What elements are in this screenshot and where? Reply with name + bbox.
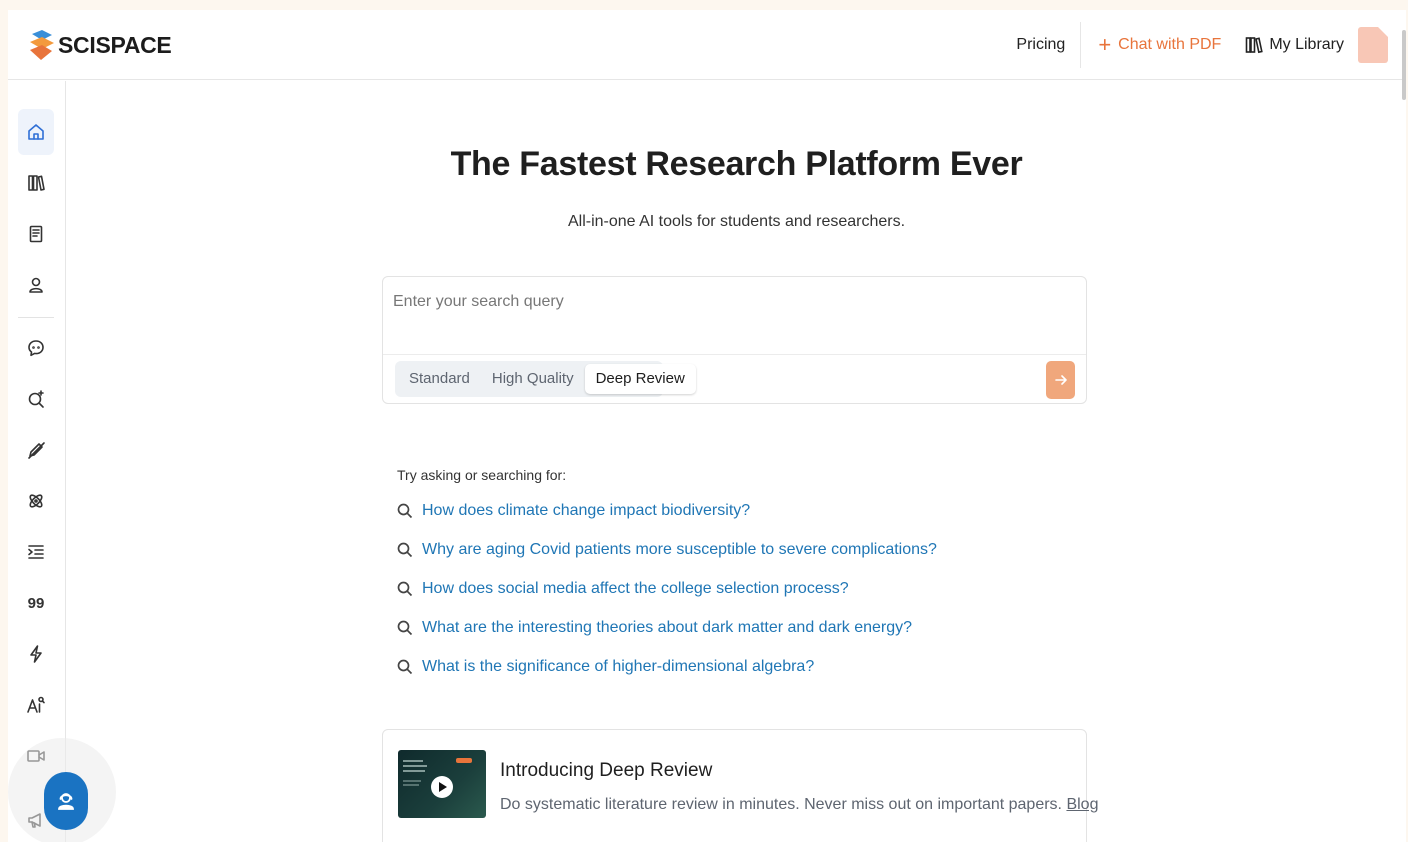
search-mode-toggle: Standard High Quality Deep Review: [395, 361, 696, 397]
sidebar-item-ai-detector[interactable]: [18, 682, 54, 728]
logo-mark-icon: [30, 30, 54, 60]
suggestion-text: What are the interesting theories about …: [422, 619, 913, 636]
search-icon: [397, 581, 413, 597]
suggestion-text: How does social media affect the college…: [422, 580, 849, 597]
nav-divider: [1080, 22, 1082, 68]
sidebar-item-citation[interactable]: 99: [18, 580, 54, 626]
sidebar-item-profile[interactable]: [18, 262, 54, 308]
promo-title: Introducing Deep Review: [500, 760, 713, 781]
support-agent-icon: [58, 793, 74, 810]
promo-video-thumbnail[interactable]: [398, 750, 486, 818]
suggestion-text: How does climate change impact biodivers…: [422, 502, 751, 519]
arrow-right-icon: [1054, 375, 1067, 385]
sidebar-item-extract[interactable]: [18, 478, 54, 524]
pricing-link[interactable]: Pricing: [1016, 36, 1065, 54]
promo-description-text: Do systematic literature review in minut…: [500, 796, 1062, 813]
notebook-icon: [29, 225, 43, 243]
ai-detector-icon: [27, 696, 45, 713]
sidebar-item-writer[interactable]: [18, 427, 54, 473]
sidebar-item-home[interactable]: [18, 109, 54, 155]
main-content: The Fastest Research Platform Ever All-i…: [67, 81, 1406, 842]
help-chat-button[interactable]: [44, 772, 88, 830]
mode-deep-review[interactable]: Deep Review: [584, 364, 696, 394]
logo-text: SCISPACE: [58, 31, 172, 58]
user-icon: [29, 277, 43, 293]
sidebar-item-quick-actions[interactable]: [18, 631, 54, 677]
search-icon: [397, 542, 413, 558]
suggestion-item[interactable]: What are the interesting theories about …: [397, 619, 912, 637]
mode-standard[interactable]: Standard: [398, 364, 481, 394]
suggestion-text: What is the significance of higher-dimen…: [422, 658, 815, 675]
top-nav: Pricing + Chat with PDF My Library: [1016, 10, 1388, 80]
page-scrollbar[interactable]: [1402, 30, 1406, 100]
my-library-link[interactable]: My Library: [1245, 36, 1344, 54]
search-sparkle-icon: [28, 390, 44, 408]
promo-card: Introducing Deep Review Do systematic li…: [382, 729, 1098, 842]
top-header: SCISPACE Pricing + Chat with PDF My Libr…: [8, 10, 1406, 80]
sidebar: 99: [8, 81, 66, 842]
atom-icon: [29, 494, 43, 508]
library-icon: [28, 175, 45, 191]
chat-with-pdf-link[interactable]: + Chat with PDF: [1098, 34, 1221, 56]
user-avatar[interactable]: [1358, 27, 1388, 63]
home-icon: [28, 124, 44, 140]
quote-icon: 99: [27, 594, 45, 612]
my-library-label: My Library: [1269, 36, 1344, 53]
search-icon: [397, 503, 413, 519]
search-icon: [397, 659, 413, 675]
suggestion-item[interactable]: Why are aging Covid patients more suscep…: [397, 541, 937, 559]
sidebar-item-library[interactable]: [18, 160, 54, 206]
lightning-icon: [30, 645, 42, 663]
search-submit-button[interactable]: [1046, 361, 1075, 399]
blog-link[interactable]: Blog: [1066, 796, 1098, 813]
library-icon: [1246, 37, 1264, 54]
indent-list-icon: [28, 545, 44, 559]
sidebar-item-chat[interactable]: [18, 325, 54, 371]
pen-icon: [28, 442, 45, 459]
sidebar-item-paraphraser[interactable]: [18, 529, 54, 575]
sidebar-item-notebook[interactable]: [18, 211, 54, 257]
play-icon: [431, 776, 453, 798]
suggestion-text: Why are aging Covid patients more suscep…: [422, 541, 937, 558]
sidebar-divider: [18, 317, 54, 318]
promo-description: Do systematic literature review in minut…: [500, 796, 1098, 814]
suggestion-item[interactable]: What is the significance of higher-dimen…: [397, 658, 814, 676]
suggestions-label: Try asking or searching for:: [397, 467, 567, 483]
chat-with-pdf-label: Chat with PDF: [1118, 36, 1222, 53]
search-icon: [397, 620, 413, 636]
suggestion-item[interactable]: How does social media affect the college…: [397, 580, 849, 598]
mode-high-quality[interactable]: High Quality: [481, 364, 585, 394]
search-box: Standard High Quality Deep Review: [382, 276, 1087, 404]
page-title: The Fastest Research Platform Ever: [450, 145, 1023, 183]
app-window: SCISPACE Pricing + Chat with PDF My Libr…: [8, 10, 1406, 842]
page-subtitle: All-in-one AI tools for students and res…: [567, 213, 906, 230]
chat-bubble-icon: [28, 340, 44, 357]
plus-icon: +: [1098, 32, 1112, 57]
suggestion-item[interactable]: How does climate change impact biodivers…: [397, 502, 750, 520]
search-input[interactable]: [383, 277, 1086, 355]
sidebar-item-search-papers[interactable]: [18, 376, 54, 422]
logo[interactable]: SCISPACE: [28, 30, 172, 60]
